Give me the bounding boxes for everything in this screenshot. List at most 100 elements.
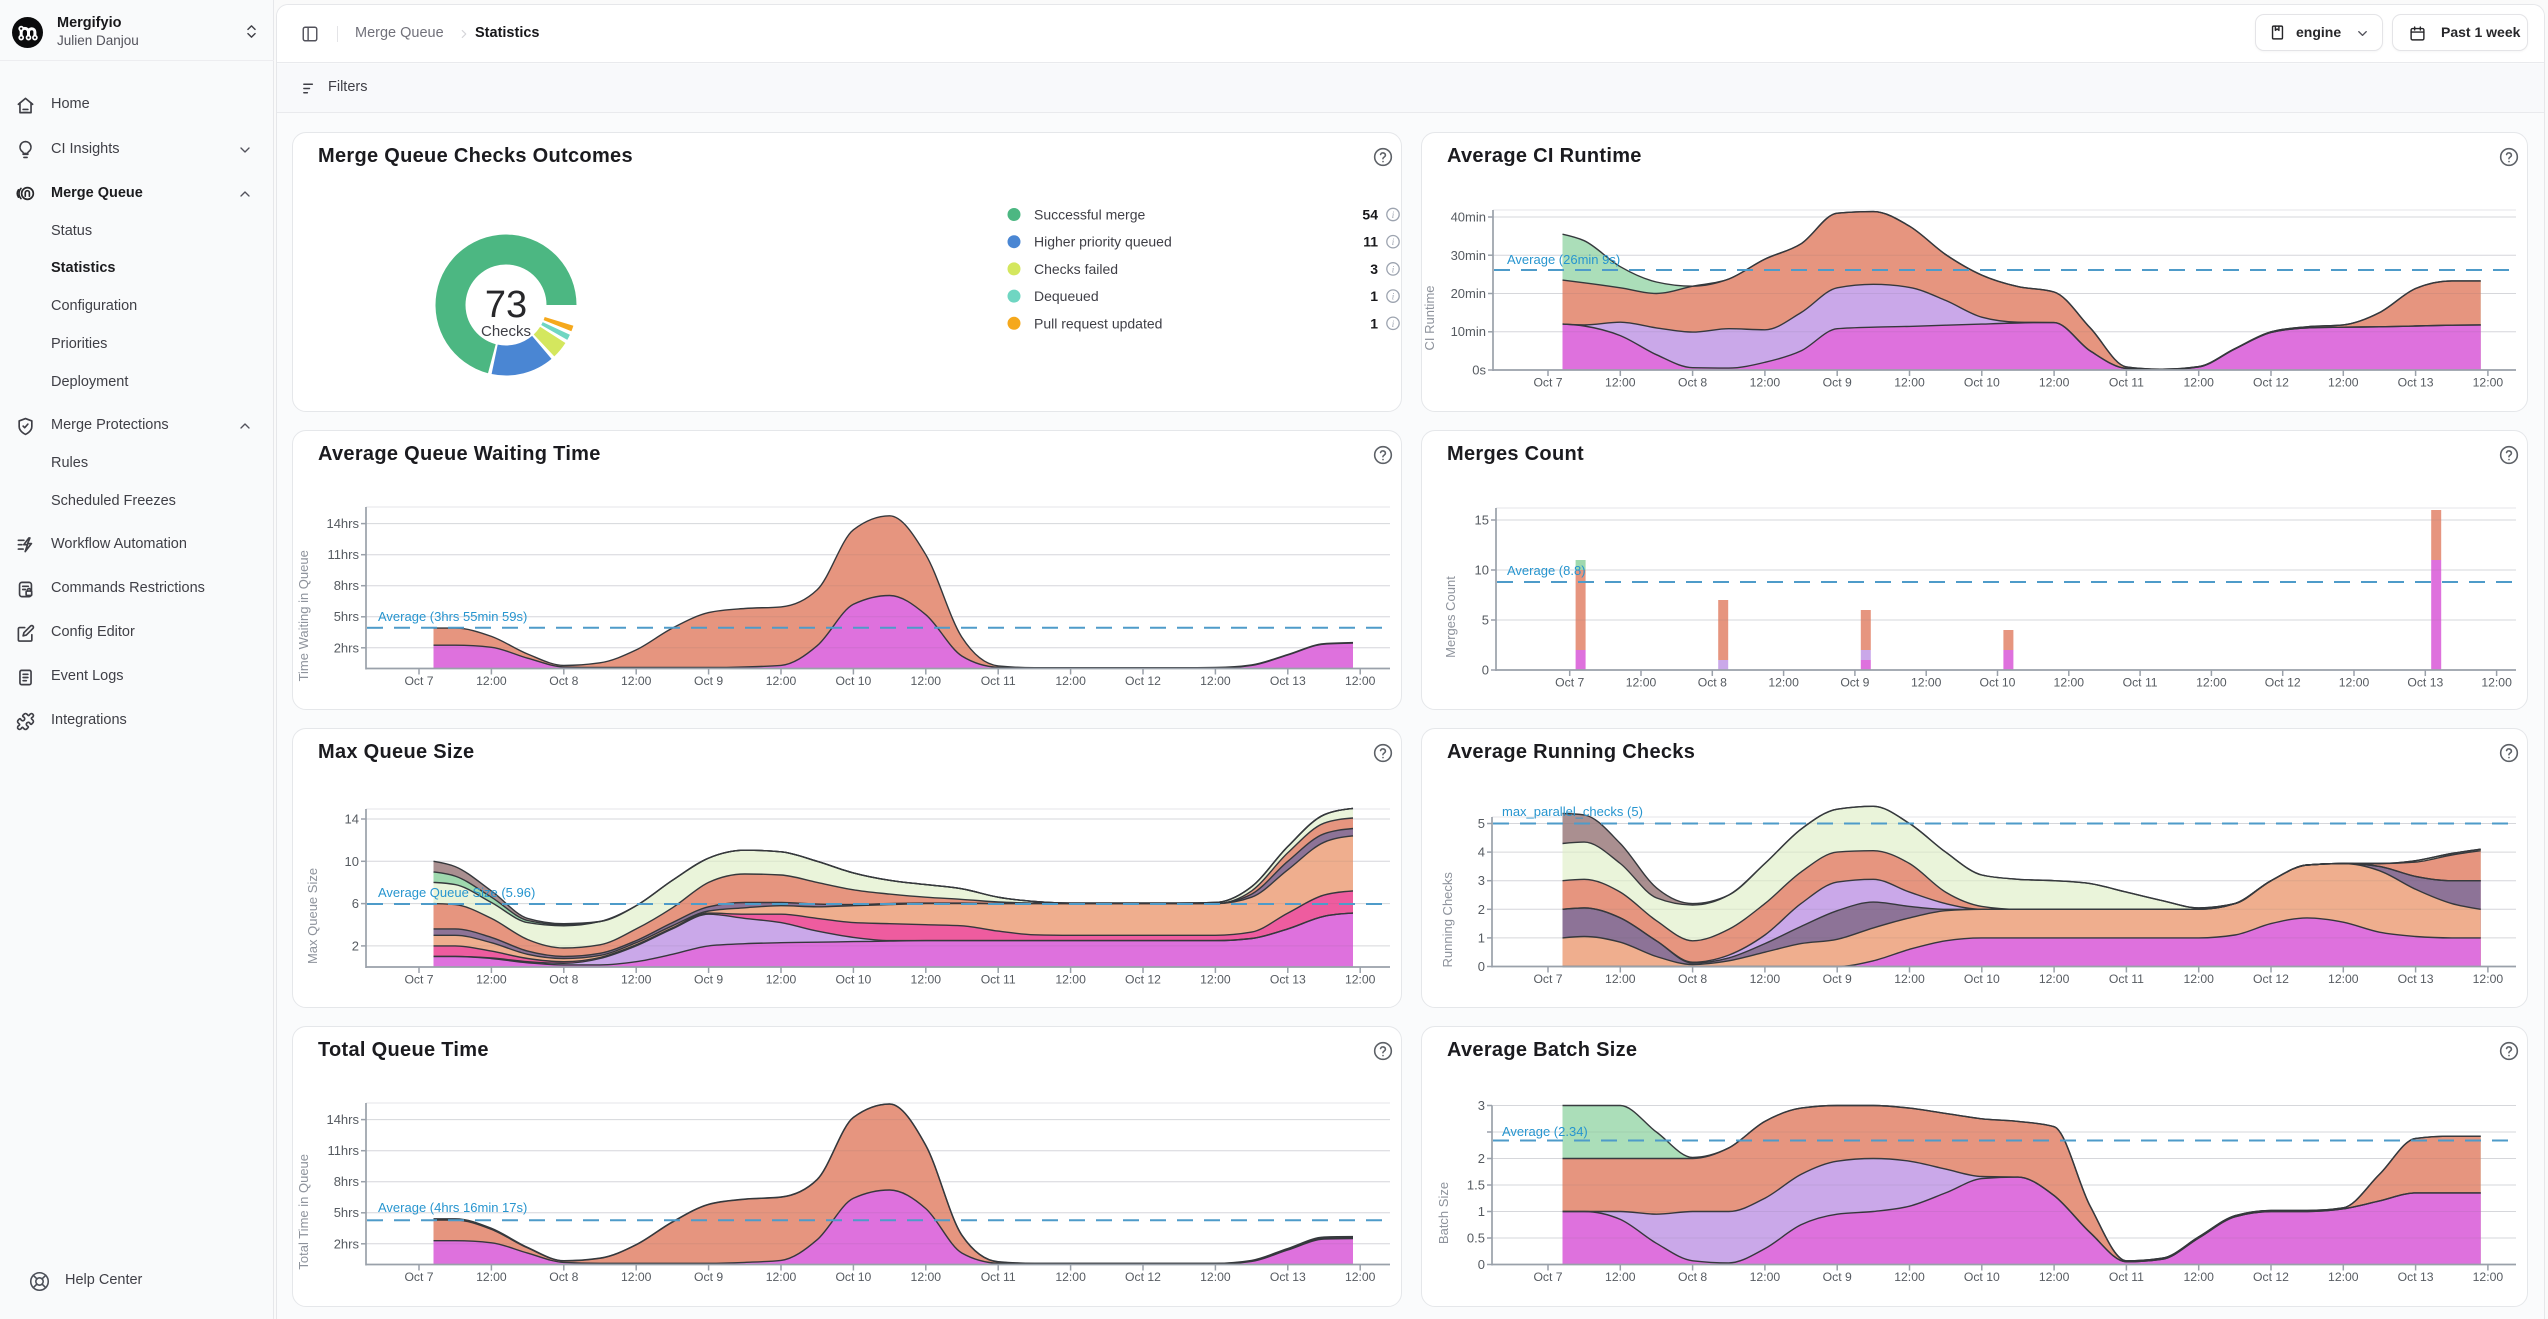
svg-text:10: 10 xyxy=(1475,563,1489,578)
svg-text:12:00: 12:00 xyxy=(1605,376,1636,390)
svg-text:Oct 11: Oct 11 xyxy=(981,973,1016,987)
svg-text:12:00: 12:00 xyxy=(2339,676,2370,690)
svg-text:Oct 8: Oct 8 xyxy=(1698,676,1727,690)
svg-text:i: i xyxy=(1392,237,1395,247)
svg-text:12:00: 12:00 xyxy=(621,1270,652,1284)
svg-text:Pull request updated: Pull request updated xyxy=(1034,315,1162,331)
svg-text:12:00: 12:00 xyxy=(1055,674,1086,688)
svg-text:12:00: 12:00 xyxy=(1345,674,1376,688)
svg-text:Max Queue Size: Max Queue Size xyxy=(305,868,320,964)
svg-text:Oct 11: Oct 11 xyxy=(981,674,1016,688)
svg-text:1.5: 1.5 xyxy=(1467,1178,1485,1193)
svg-text:1: 1 xyxy=(1370,288,1378,304)
svg-text:12:00: 12:00 xyxy=(1055,973,1086,987)
svg-text:CI Runtime: CI Runtime xyxy=(1422,285,1437,350)
svg-text:12:00: 12:00 xyxy=(621,973,652,987)
svg-text:12:00: 12:00 xyxy=(2473,1270,2504,1284)
svg-text:12:00: 12:00 xyxy=(476,973,507,987)
svg-text:12:00: 12:00 xyxy=(766,674,797,688)
svg-text:0s: 0s xyxy=(1472,363,1486,378)
svg-text:5hrs: 5hrs xyxy=(334,609,360,624)
svg-text:1: 1 xyxy=(1478,930,1485,945)
svg-text:12:00: 12:00 xyxy=(2039,972,2070,986)
svg-text:20min: 20min xyxy=(1451,286,1486,301)
svg-text:Oct 10: Oct 10 xyxy=(1980,676,2016,690)
svg-text:3: 3 xyxy=(1478,1098,1485,1113)
svg-text:0: 0 xyxy=(1478,1257,1485,1272)
svg-text:12:00: 12:00 xyxy=(911,973,942,987)
svg-text:12:00: 12:00 xyxy=(766,973,797,987)
svg-text:11: 11 xyxy=(1363,234,1378,250)
svg-text:Average (3hrs 55min 59s): Average (3hrs 55min 59s) xyxy=(378,609,527,624)
svg-text:Oct 9: Oct 9 xyxy=(694,973,723,987)
svg-text:5: 5 xyxy=(1482,613,1489,628)
svg-text:1: 1 xyxy=(1478,1204,1485,1219)
svg-text:12:00: 12:00 xyxy=(1345,973,1376,987)
svg-text:73: 73 xyxy=(485,284,527,326)
svg-text:12:00: 12:00 xyxy=(1750,376,1781,390)
svg-text:Oct 9: Oct 9 xyxy=(1840,676,1869,690)
svg-text:Time Waiting in Queue: Time Waiting in Queue xyxy=(296,550,311,681)
svg-text:Oct 12: Oct 12 xyxy=(2253,376,2289,390)
svg-text:Oct 10: Oct 10 xyxy=(835,1270,871,1284)
svg-text:Oct 11: Oct 11 xyxy=(2109,1270,2144,1284)
svg-text:max_parallel_checks (5): max_parallel_checks (5) xyxy=(1502,804,1643,819)
svg-text:i: i xyxy=(1392,264,1395,274)
svg-text:54: 54 xyxy=(1362,207,1378,223)
svg-text:i: i xyxy=(1392,319,1395,329)
svg-text:Checks failed: Checks failed xyxy=(1034,261,1118,277)
svg-text:Oct 13: Oct 13 xyxy=(1270,1270,1306,1284)
svg-text:Oct 9: Oct 9 xyxy=(1823,376,1852,390)
svg-text:Oct 10: Oct 10 xyxy=(1964,1270,2000,1284)
svg-text:Higher priority queued: Higher priority queued xyxy=(1034,234,1172,250)
svg-text:6: 6 xyxy=(352,896,359,911)
svg-text:Oct 7: Oct 7 xyxy=(1555,676,1584,690)
svg-text:1: 1 xyxy=(1370,315,1378,331)
svg-text:5hrs: 5hrs xyxy=(334,1205,360,1220)
svg-text:12:00: 12:00 xyxy=(2328,1270,2359,1284)
svg-text:Successful merge: Successful merge xyxy=(1034,207,1145,223)
svg-text:Oct 9: Oct 9 xyxy=(1823,1270,1852,1284)
svg-text:12:00: 12:00 xyxy=(476,1270,507,1284)
svg-text:Oct 7: Oct 7 xyxy=(1533,972,1562,986)
svg-text:12:00: 12:00 xyxy=(2196,676,2227,690)
svg-text:Oct 8: Oct 8 xyxy=(549,1270,578,1284)
svg-text:12:00: 12:00 xyxy=(1626,676,1657,690)
svg-text:12:00: 12:00 xyxy=(1911,676,1942,690)
svg-text:12:00: 12:00 xyxy=(621,674,652,688)
svg-text:Merges Count: Merges Count xyxy=(1443,576,1458,658)
svg-text:Oct 7: Oct 7 xyxy=(404,1270,433,1284)
svg-text:Running Checks: Running Checks xyxy=(1440,872,1455,968)
svg-text:14: 14 xyxy=(345,812,359,827)
svg-text:10min: 10min xyxy=(1451,324,1486,339)
svg-text:12:00: 12:00 xyxy=(911,674,942,688)
svg-text:Oct 11: Oct 11 xyxy=(2123,676,2158,690)
svg-text:12:00: 12:00 xyxy=(1750,1270,1781,1284)
svg-text:12:00: 12:00 xyxy=(2183,972,2214,986)
svg-text:Oct 7: Oct 7 xyxy=(404,973,433,987)
svg-text:8hrs: 8hrs xyxy=(334,578,360,593)
svg-text:11hrs: 11hrs xyxy=(327,1143,359,1158)
svg-text:Oct 8: Oct 8 xyxy=(1678,376,1707,390)
svg-text:0: 0 xyxy=(1478,959,1485,974)
svg-text:12:00: 12:00 xyxy=(1345,1270,1376,1284)
svg-text:Average (2.34): Average (2.34) xyxy=(1502,1124,1588,1139)
svg-text:12:00: 12:00 xyxy=(2054,676,2085,690)
svg-text:Oct 10: Oct 10 xyxy=(1964,376,2000,390)
svg-text:2: 2 xyxy=(352,938,359,953)
svg-text:10: 10 xyxy=(345,854,359,869)
svg-text:Oct 12: Oct 12 xyxy=(1125,973,1161,987)
svg-text:12:00: 12:00 xyxy=(1200,1270,1231,1284)
svg-text:12:00: 12:00 xyxy=(1200,973,1231,987)
svg-text:5: 5 xyxy=(1478,816,1485,831)
svg-text:12:00: 12:00 xyxy=(1055,1270,1086,1284)
svg-text:Oct 9: Oct 9 xyxy=(694,674,723,688)
svg-text:Oct 8: Oct 8 xyxy=(1678,1270,1707,1284)
svg-text:12:00: 12:00 xyxy=(476,674,507,688)
svg-text:8hrs: 8hrs xyxy=(334,1174,360,1189)
svg-text:Oct 13: Oct 13 xyxy=(2398,376,2434,390)
svg-text:3: 3 xyxy=(1370,261,1378,277)
svg-text:Oct 12: Oct 12 xyxy=(2253,972,2289,986)
svg-text:Oct 12: Oct 12 xyxy=(1125,674,1161,688)
svg-text:Oct 13: Oct 13 xyxy=(2407,676,2443,690)
